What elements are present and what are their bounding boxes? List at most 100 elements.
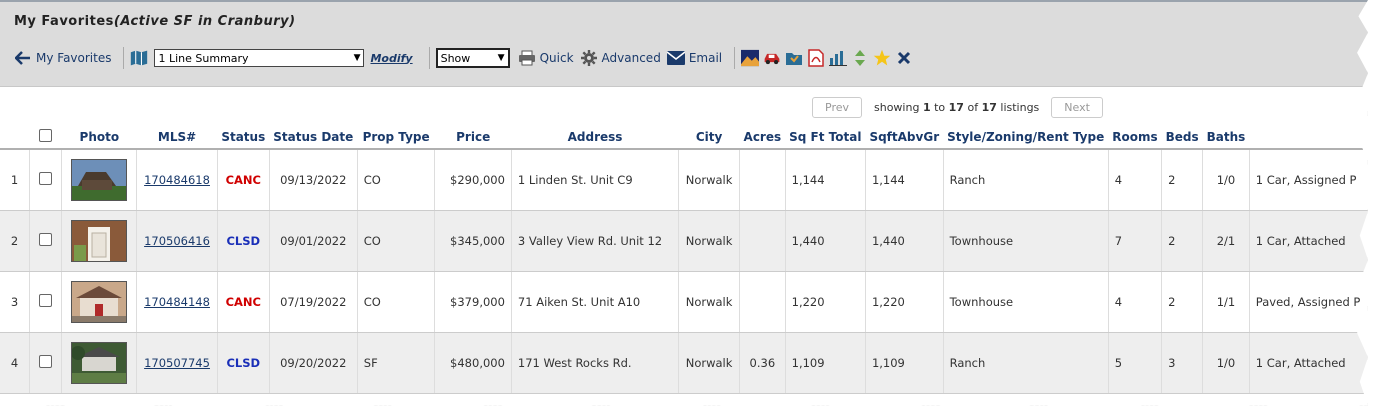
advanced-button[interactable]: Advanced xyxy=(580,49,661,67)
email-label: Email xyxy=(688,51,723,65)
email-button[interactable]: Email xyxy=(666,49,723,67)
table-row: 4 170507745 CLSD 09/20/2022 SF $480,000 … xyxy=(0,332,1368,394)
beds: 2 xyxy=(1161,271,1204,333)
address: 71 Aiken St. Unit A10 xyxy=(511,271,680,333)
star-icon[interactable] xyxy=(873,49,891,67)
column-header[interactable]: Prop Type xyxy=(357,126,435,150)
landscape-icon[interactable] xyxy=(741,49,760,67)
status-cell: CLSD xyxy=(217,332,270,394)
row-checkbox[interactable] xyxy=(39,294,53,307)
acres xyxy=(739,149,786,211)
photo-cell xyxy=(61,149,138,211)
listing-photo[interactable] xyxy=(71,281,128,323)
beds: 3 xyxy=(1161,332,1204,394)
column-header[interactable]: MLS# xyxy=(136,126,218,150)
mls-number[interactable]: 170506416 xyxy=(144,234,210,248)
row-checkbox[interactable] xyxy=(39,172,53,185)
listing-photo[interactable] xyxy=(71,159,128,201)
column-header[interactable]: SqftAbvGr xyxy=(865,126,944,150)
row-select xyxy=(29,149,63,211)
pager-to-word: to xyxy=(934,101,946,114)
prev-button[interactable]: Prev xyxy=(812,97,862,118)
mls-link[interactable]: 170507745 xyxy=(136,332,218,394)
modify-link[interactable]: Modify xyxy=(370,52,412,65)
back-to-favorites-link[interactable]: My Favorites xyxy=(14,49,111,67)
rooms: 5 xyxy=(1108,332,1163,394)
show-select[interactable]: Show ▼ xyxy=(435,48,510,68)
chevron-down-icon: ▼ xyxy=(497,53,505,63)
mls-number[interactable]: 170507745 xyxy=(144,356,210,370)
select-all-checkbox[interactable] xyxy=(39,129,53,142)
pager-suffix: listings xyxy=(1000,101,1040,114)
rooms: 4 xyxy=(1108,149,1163,211)
price: $379,000 xyxy=(434,271,512,333)
pager-prefix: showing xyxy=(874,101,920,114)
column-header[interactable]: Beds xyxy=(1161,126,1203,150)
garage: 1 Car, Assigned P xyxy=(1249,149,1368,211)
listing-photo[interactable] xyxy=(71,342,128,384)
style: Ranch xyxy=(943,332,1109,394)
table-row: 3 170484148 CANC 07/19/2022 CO $379,000 … xyxy=(0,271,1368,333)
garage: 1 Car, Attached xyxy=(1249,210,1368,272)
mls-number[interactable]: 170484618 xyxy=(144,173,210,187)
column-header[interactable]: Status xyxy=(217,126,270,150)
column-header[interactable]: City xyxy=(678,126,740,150)
table-row: 1 170484618 CANC 09/13/2022 CO $290,000 … xyxy=(0,149,1368,211)
mls-link[interactable]: 170484148 xyxy=(136,271,218,333)
column-header[interactable]: Acres xyxy=(739,126,786,150)
garage: Paved, Assigned P xyxy=(1249,271,1368,333)
next-button[interactable]: Next xyxy=(1051,97,1103,118)
pager-from: 1 xyxy=(922,101,931,114)
price: $345,000 xyxy=(434,210,512,272)
column-header[interactable]: Style/Zoning/Rent Type xyxy=(943,126,1109,150)
column-header[interactable]: Status Date xyxy=(269,126,358,150)
listing-photo[interactable] xyxy=(71,220,128,262)
folder-icon[interactable] xyxy=(785,49,803,67)
row-checkbox[interactable] xyxy=(39,355,53,368)
baths: 1/0 xyxy=(1202,332,1250,394)
status-date: 07/19/2022 xyxy=(269,271,358,333)
acres xyxy=(739,271,786,333)
quick-print-button[interactable]: Quick xyxy=(518,49,574,67)
column-header[interactable]: Rooms xyxy=(1108,126,1162,150)
sqft-total: 1,109 xyxy=(785,332,866,394)
column-header[interactable]: Price xyxy=(434,126,512,150)
mls-link[interactable]: 170506416 xyxy=(136,210,218,272)
column-header[interactable]: Photo xyxy=(61,126,137,150)
status-date: 09/01/2022 xyxy=(269,210,358,272)
sort-arrows-icon[interactable] xyxy=(851,49,869,67)
style: Townhouse xyxy=(943,271,1109,333)
arrow-left-icon xyxy=(14,49,32,67)
column-header[interactable]: Baths xyxy=(1202,126,1250,150)
mls-link[interactable]: 170484618 xyxy=(136,149,218,211)
pdf-icon[interactable] xyxy=(807,49,825,67)
acres xyxy=(739,210,786,272)
quick-label: Quick xyxy=(539,51,574,65)
car-icon[interactable] xyxy=(763,49,781,67)
listing-window: My Favorites(Active SF in Cranbury) My F… xyxy=(0,0,1368,406)
row-checkbox[interactable] xyxy=(39,233,53,246)
view-select[interactable]: 1 Line Summary ▼ xyxy=(154,49,365,67)
status-date: 09/20/2022 xyxy=(269,332,358,394)
map-icon[interactable] xyxy=(130,49,148,67)
row-number-header xyxy=(0,126,30,150)
row-number: 3 xyxy=(0,271,31,333)
status-cell: CANC xyxy=(217,271,270,333)
close-icon[interactable] xyxy=(895,49,913,67)
status-cell: CLSD xyxy=(217,210,270,272)
row-select xyxy=(29,210,63,272)
row-number: 4 xyxy=(0,332,31,394)
city: Norwalk xyxy=(678,332,741,394)
sqft-abvgr: 1,109 xyxy=(865,332,944,394)
page-title: My Favorites(Active SF in Cranbury) xyxy=(14,14,296,29)
status-badge: CANC xyxy=(225,295,261,309)
column-header[interactable]: Sq Ft Total xyxy=(785,126,866,150)
select-all-header xyxy=(29,126,62,150)
address: 1 Linden St. Unit C9 xyxy=(511,149,680,211)
mls-number[interactable]: 170484148 xyxy=(144,295,210,309)
column-header[interactable]: Address xyxy=(511,126,679,150)
style: Ranch xyxy=(943,149,1109,211)
row-number: 2 xyxy=(0,210,31,272)
toolbar: My Favorites 1 Line Summary ▼ Modify Sho… xyxy=(14,46,913,70)
bar-chart-icon[interactable] xyxy=(829,49,848,67)
